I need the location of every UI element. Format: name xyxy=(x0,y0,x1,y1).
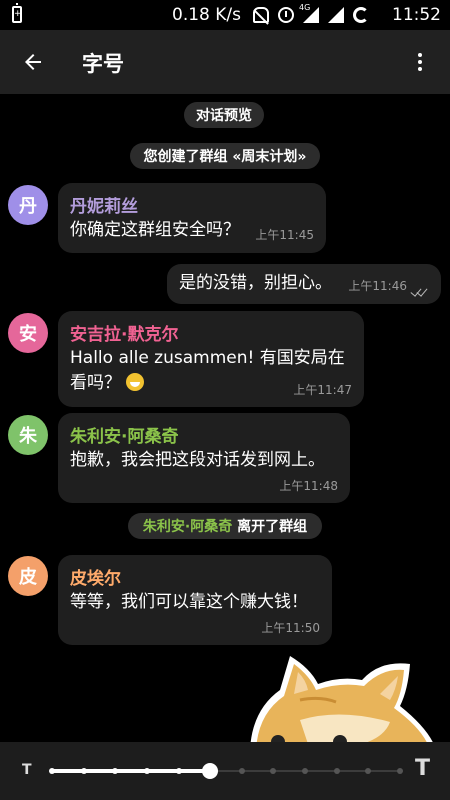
message-text: 是的没错，别担心。 xyxy=(179,273,332,293)
small-text-icon: T xyxy=(22,762,32,778)
alarm-icon xyxy=(278,7,294,23)
grinning-emoji-icon xyxy=(126,373,145,391)
slider-step-tick[interactable] xyxy=(143,768,150,774)
status-bar: + 0.18 K/s 4G 11:52 xyxy=(0,0,450,30)
slider-step-tick[interactable] xyxy=(302,768,309,774)
mute-bell-icon xyxy=(253,7,269,23)
signal-4g-icon: 4G xyxy=(299,3,319,23)
font-size-slider[interactable] xyxy=(49,763,403,779)
cat-sticker-image[interactable] xyxy=(240,650,440,742)
message-sender: 丹妮莉丝 xyxy=(70,197,138,217)
page-title: 字号 xyxy=(82,52,124,76)
message-sender: 皮埃尔 xyxy=(70,569,121,589)
battery-saver-symbol: + xyxy=(14,9,22,19)
slider-step-tick[interactable] xyxy=(238,768,245,774)
message-time: 上午11:45 xyxy=(255,228,314,242)
group-created-pill: 您创建了群组 «周末计划» xyxy=(130,143,320,169)
slider-fill xyxy=(52,769,211,773)
more-vertical-icon xyxy=(418,53,422,57)
avatar[interactable]: 安 xyxy=(8,313,48,353)
message-bubble[interactable]: 皮埃尔 等等，我们可以靠这个赚大钱！ 上午11:50 xyxy=(58,555,332,645)
avatar[interactable]: 皮 xyxy=(8,556,48,596)
outgoing-message-bubble[interactable]: 是的没错，别担心。 上午11:46 xyxy=(167,264,441,304)
more-dot xyxy=(418,67,422,71)
large-text-icon: T xyxy=(415,756,431,781)
slider-step-tick[interactable] xyxy=(365,768,372,774)
slider-step-tick[interactable] xyxy=(80,768,87,774)
slider-step-tick[interactable] xyxy=(270,768,277,774)
read-double-check-icon xyxy=(410,285,431,297)
more-options-button[interactable] xyxy=(404,46,436,78)
network-type-label: 4G xyxy=(299,3,311,12)
message-bubble[interactable]: 丹妮莉丝 你确定这群组安全吗？ 上午11:45 xyxy=(58,183,326,253)
message-time: 上午11:48 xyxy=(279,479,338,493)
message-time: 上午11:50 xyxy=(261,621,320,635)
avatar[interactable]: 丹 xyxy=(8,185,48,225)
font-size-slider-bar: T T xyxy=(0,742,450,800)
message-time: 上午11:46 xyxy=(348,279,407,293)
avatar[interactable]: 朱 xyxy=(8,415,48,455)
status-clock: 11:52 xyxy=(392,5,441,25)
message-sender: 安吉拉·默克尔 xyxy=(70,325,179,345)
slider-step-tick[interactable] xyxy=(175,768,182,774)
slider-step-tick[interactable] xyxy=(333,768,340,774)
message-text: 你确定这群组安全吗？ xyxy=(70,220,240,240)
preview-label-pill: 对话预览 xyxy=(184,102,264,128)
member-left-pill: 朱利安·阿桑奇 离开了群组 xyxy=(128,513,322,539)
back-button[interactable] xyxy=(14,44,52,80)
status-icons: 4G xyxy=(253,3,369,25)
message-bubble[interactable]: 朱利安·阿桑奇 抱歉，我会把这段对话发到网上。 上午11:48 xyxy=(58,413,350,503)
network-speed: 0.18 K/s xyxy=(172,5,241,25)
more-dot xyxy=(418,60,422,64)
app-bar: 字号 xyxy=(0,30,450,94)
message-sender: 朱利安·阿桑奇 xyxy=(70,427,179,447)
signal-icon xyxy=(328,7,344,23)
slider-step-tick[interactable] xyxy=(49,768,55,774)
arrow-left-icon xyxy=(25,54,41,70)
chat-preview: 对话预览 您创建了群组 «周末计划» 丹 丹妮莉丝 你确定这群组安全吗？ 上午1… xyxy=(0,94,450,742)
left-member-name: 朱利安·阿桑奇 xyxy=(142,519,233,535)
message-text: 等等，我们可以靠这个赚大钱！ xyxy=(70,592,308,612)
message-bubble[interactable]: 安吉拉·默克尔 Hallo alle zusammen! 有国安局在看吗？ 上午… xyxy=(58,311,364,407)
battery-saver-icon: + xyxy=(12,3,22,23)
left-member-text: 离开了群组 xyxy=(232,519,308,535)
message-text: 抱歉，我会把这段对话发到网上。 xyxy=(70,450,325,470)
slider-step-tick[interactable] xyxy=(112,768,119,774)
message-time: 上午11:47 xyxy=(293,383,352,397)
slider-thumb[interactable] xyxy=(202,763,219,779)
slider-step-tick[interactable] xyxy=(397,768,403,774)
sync-ring-icon xyxy=(353,7,369,23)
